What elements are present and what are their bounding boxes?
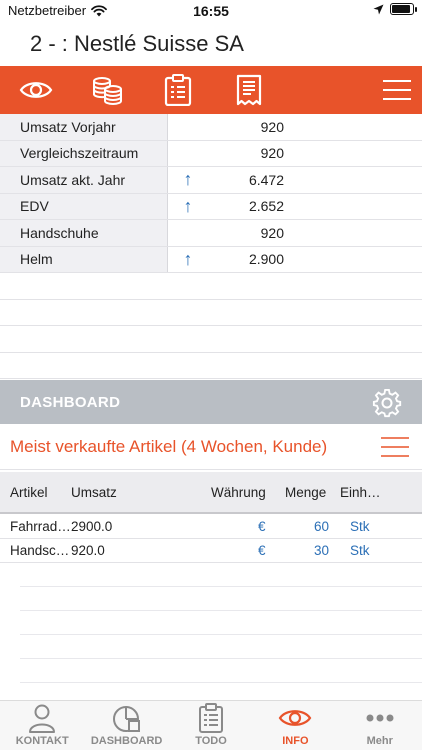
tab-mehr[interactable]: Mehr: [338, 701, 422, 750]
info-label: Handschuhe: [0, 220, 168, 246]
info-row: EDV ↑ 2.652: [0, 193, 422, 220]
column-header-umsatz[interactable]: Umsatz: [71, 472, 117, 512]
tab-label: Mehr: [366, 735, 393, 747]
more-dots-icon: [365, 703, 395, 733]
receipt-icon[interactable]: [232, 74, 266, 106]
tab-label: TODO: [195, 735, 227, 747]
cell-artikel: Handsc…: [10, 543, 70, 558]
column-header-menge[interactable]: Menge: [285, 472, 326, 512]
empty-row: [0, 300, 422, 326]
battery-level: [392, 5, 410, 13]
dashboard-header: DASHBOARD: [0, 380, 422, 424]
cell-einheit: Stk: [350, 543, 370, 558]
column-header-artikel[interactable]: Artikel: [10, 472, 48, 512]
info-value: 6.472: [248, 171, 284, 188]
table-row[interactable]: Fahrrad… 2900.0 € 60 Stk: [0, 515, 422, 539]
info-row: Helm ↑ 2.900: [0, 246, 422, 273]
info-value: 2.900: [248, 251, 284, 268]
toolbar: [0, 66, 422, 114]
tab-bar: KONTAKT DASHBOARD TODO INFO Mehr: [0, 700, 422, 750]
gear-icon[interactable]: [372, 388, 402, 418]
info-label: Umsatz akt. Jahr: [0, 167, 168, 193]
tab-info[interactable]: INFO: [253, 701, 337, 750]
info-row: Vergleichszeitraum 920: [0, 140, 422, 167]
person-icon: [27, 703, 57, 733]
status-bar: Netzbetreiber 16:55: [0, 0, 422, 22]
info-row: Umsatz Vorjahr 920: [0, 114, 422, 141]
articles-table-header: Artikel Umsatz Währung Menge Einh…: [0, 472, 422, 514]
trend-arrow-icon: ↑: [183, 195, 193, 216]
table-row[interactable]: Handsc… 920.0 € 30 Stk: [0, 539, 422, 563]
trend-arrow-icon: ↑: [183, 169, 193, 190]
clipboard-icon: [198, 703, 224, 733]
empty-row: [0, 353, 422, 379]
status-time: 16:55: [193, 3, 229, 19]
cell-artikel: Fahrrad…: [10, 519, 71, 534]
info-row: Umsatz akt. Jahr ↑ 6.472: [0, 167, 422, 194]
cell-waehrung: €: [258, 519, 266, 534]
empty-row: [0, 273, 422, 300]
trend-arrow-icon: [168, 220, 208, 246]
empty-row: [20, 635, 422, 659]
cell-menge: 60: [313, 519, 329, 534]
tab-label: KONTAKT: [15, 735, 69, 747]
hamburger-menu-icon[interactable]: [380, 436, 410, 458]
dashboard-header-label: DASHBOARD: [20, 393, 121, 411]
info-label: EDV: [0, 193, 168, 219]
battery-icon: [390, 3, 417, 15]
info-label: Vergleichszeitraum: [0, 140, 168, 166]
column-header-einheit[interactable]: Einh…: [340, 472, 381, 512]
trend-arrow-icon: ↑: [183, 248, 193, 269]
empty-row: [0, 326, 422, 353]
cell-waehrung: €: [258, 543, 266, 558]
empty-row: [20, 611, 422, 635]
top-articles-title: Meist verkaufte Artikel (4 Wochen, Kunde…: [0, 424, 422, 470]
page-title: 2 - : Nestlé Suisse SA: [30, 31, 244, 56]
info-label: Helm: [0, 246, 168, 272]
cell-umsatz: 2900.0: [71, 519, 113, 534]
cell-umsatz: 920.0: [71, 543, 105, 558]
tab-kontakt[interactable]: KONTAKT: [0, 701, 84, 750]
location-arrow-icon: [373, 4, 384, 14]
tab-todo[interactable]: TODO: [169, 701, 253, 750]
clipboard-icon[interactable]: [161, 74, 195, 106]
trend-arrow-icon: [168, 141, 208, 167]
info-table: Umsatz Vorjahr 920 Vergleichszeitraum 92…: [0, 114, 422, 379]
section-title-label: Meist verkaufte Artikel (4 Wochen, Kunde…: [10, 436, 328, 456]
info-value: 920: [260, 118, 284, 135]
info-value: 920: [260, 145, 284, 162]
tab-label: DASHBOARD: [90, 735, 163, 747]
coins-icon[interactable]: [90, 74, 124, 106]
column-header-waehrung[interactable]: Währung: [211, 472, 266, 512]
eye-icon: [278, 703, 312, 733]
tab-dashboard[interactable]: DASHBOARD: [84, 701, 168, 750]
cell-einheit: Stk: [350, 519, 370, 534]
info-label: Umsatz Vorjahr: [0, 114, 168, 140]
info-value: 920: [260, 224, 284, 241]
hamburger-menu-icon[interactable]: [380, 74, 414, 106]
dashboard-icon: [112, 703, 142, 733]
info-value: 2.652: [248, 198, 284, 215]
empty-row: [20, 659, 422, 683]
cell-menge: 30: [313, 543, 329, 558]
tab-label: INFO: [282, 735, 309, 747]
empty-row: [20, 587, 422, 611]
eye-icon[interactable]: [19, 74, 53, 106]
trend-arrow-icon: [168, 114, 208, 140]
info-row: Handschuhe 920: [0, 220, 422, 247]
empty-row: [20, 563, 422, 587]
